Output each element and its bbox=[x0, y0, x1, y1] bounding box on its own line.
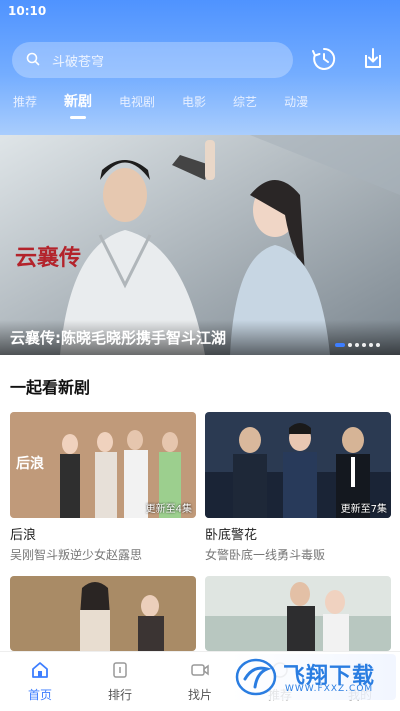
watermark-logo-icon bbox=[235, 658, 277, 696]
download-button[interactable] bbox=[358, 44, 388, 74]
history-button[interactable] bbox=[309, 44, 339, 74]
video-icon bbox=[191, 664, 209, 676]
search-placeholder: 斗破苍穹 bbox=[52, 54, 105, 70]
tab-recommend[interactable]: 推荐 bbox=[13, 92, 37, 122]
banner-title: 云襄传:陈晓毛晓彤携手智斗江湖 bbox=[10, 329, 227, 347]
drama-card[interactable]: 更新至7集 卧底警花 女警卧底一线勇斗毒贩 bbox=[205, 412, 391, 563]
nav-ranking[interactable]: 排行 bbox=[90, 660, 150, 703]
nav-home[interactable]: 首页 bbox=[10, 660, 70, 703]
drama-thumbnail[interactable] bbox=[205, 576, 391, 651]
tab-anime[interactable]: 动漫 bbox=[284, 92, 308, 122]
tab-new-drama[interactable]: 新剧 bbox=[64, 92, 92, 122]
ranking-icon bbox=[113, 662, 127, 678]
carousel-dot[interactable] bbox=[335, 343, 345, 347]
home-icon bbox=[32, 662, 48, 678]
carousel-dot[interactable] bbox=[355, 343, 359, 347]
drama-thumbnail[interactable]: 后浪 更新至4集 bbox=[10, 412, 196, 518]
banner-poster-title: 云襄传 bbox=[15, 245, 81, 271]
drama-title: 后浪 bbox=[10, 528, 37, 543]
download-icon bbox=[365, 48, 381, 68]
watermark: 飞翔下载 WWW.FXXZ.COM bbox=[231, 654, 396, 700]
status-time: 10:10 bbox=[8, 4, 47, 18]
section-title: 一起看新剧 bbox=[10, 378, 91, 397]
carousel-dot[interactable] bbox=[348, 343, 352, 347]
nav-find[interactable]: 找片 bbox=[170, 660, 230, 703]
carousel-dot[interactable] bbox=[376, 343, 380, 347]
drama-thumbnail[interactable] bbox=[10, 576, 196, 651]
tab-tv[interactable]: 电视剧 bbox=[119, 92, 155, 122]
carousel-dot[interactable] bbox=[362, 343, 366, 347]
thumbnail-title: 后浪 bbox=[16, 455, 44, 472]
search-input[interactable]: 斗破苍穹 bbox=[12, 42, 293, 78]
carousel-dot[interactable] bbox=[369, 343, 373, 347]
header: 10:10 斗破苍穹 推荐 新剧 电视剧 电影 综艺 动漫 bbox=[0, 0, 400, 135]
search-icon bbox=[26, 51, 40, 70]
history-icon bbox=[312, 47, 336, 70]
category-tabs: 推荐 新剧 电视剧 电影 综艺 动漫 bbox=[0, 92, 400, 122]
drama-description: 女警卧底一线勇斗毒贩 bbox=[205, 548, 326, 562]
tab-variety[interactable]: 综艺 bbox=[233, 92, 257, 122]
watermark-url: WWW.FXXZ.COM bbox=[285, 684, 374, 694]
drama-card[interactable]: 后浪 更新至4集 后浪 吴刚智斗叛逆少女赵露思 bbox=[10, 412, 196, 563]
episode-badge: 更新至7集 bbox=[340, 504, 387, 515]
drama-description: 吴刚智斗叛逆少女赵露思 bbox=[10, 548, 143, 562]
episode-badge: 更新至4集 bbox=[145, 504, 192, 515]
active-tab-indicator bbox=[70, 116, 87, 119]
tab-movie[interactable]: 电影 bbox=[182, 92, 206, 122]
carousel-indicator bbox=[332, 343, 380, 347]
drama-title: 卧底警花 bbox=[205, 528, 258, 543]
drama-thumbnail[interactable]: 更新至7集 bbox=[205, 412, 391, 518]
